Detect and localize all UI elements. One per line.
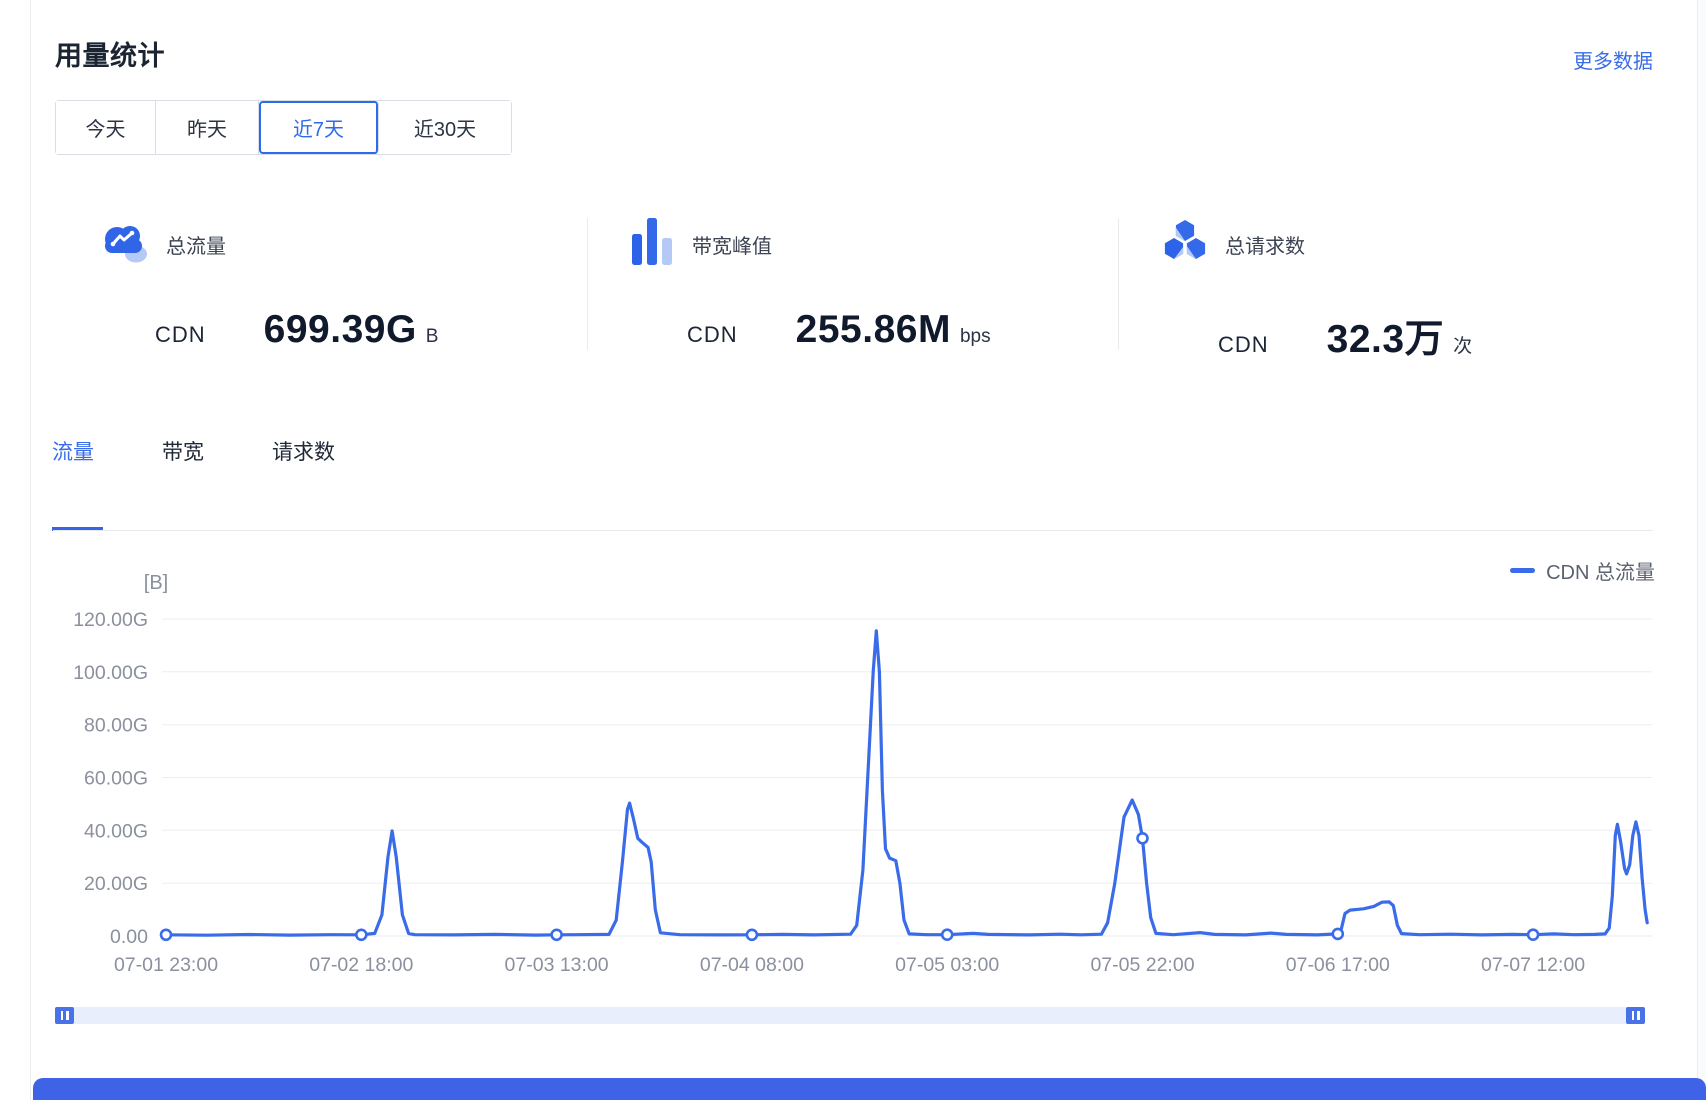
svg-text:60.00G: 60.00G (84, 768, 148, 790)
range-tab-yesterday[interactable]: 昨天 (156, 101, 259, 154)
svg-text:07-06 17:00: 07-06 17:00 (1286, 954, 1390, 976)
page-title: 用量统计 (55, 34, 165, 73)
range-tab-today[interactable]: 今天 (56, 101, 156, 154)
range-handle-left[interactable] (55, 1007, 74, 1024)
chart-range-scrollbar[interactable] (55, 1007, 1645, 1024)
x-axis-labels: 07-01 23:00 07-02 18:00 07-03 13:00 07-04 0… (114, 954, 1585, 976)
data-point-marker (942, 930, 952, 940)
svg-text:07-05 22:00: 07-05 22:00 (1090, 954, 1194, 976)
stat-value: 699.39G (264, 308, 417, 352)
svg-text:120.00G: 120.00G (73, 609, 148, 631)
svg-text:20.00G: 20.00G (84, 873, 148, 895)
traffic-line-chart: 0.00 20.00G 40.00G 60.00G 80.00G 100.00G 120.0… (0, 540, 1706, 1010)
cloud-traffic-icon (100, 219, 148, 270)
svg-text:07-02 18:00: 07-02 18:00 (309, 954, 413, 976)
range-tab-last-30-days[interactable]: 近30天 (379, 101, 511, 154)
chart-metric-tabs: 流量 带宽 请求数 (52, 436, 335, 466)
stat-label: 带宽峰值 (692, 230, 772, 259)
data-point-marker (1333, 929, 1343, 939)
svg-text:0.00: 0.00 (110, 926, 148, 948)
stat-product: CDN (1218, 332, 1269, 358)
data-point-marker (552, 930, 562, 940)
stat-card-total-requests: 总请求数 CDN 32.3万 次 (1118, 190, 1650, 360)
stat-label: 总请求数 (1225, 230, 1305, 259)
tab-traffic[interactable]: 流量 (52, 436, 94, 466)
date-range-tabs: 今天 昨天 近7天 近30天 (55, 100, 512, 155)
data-point-marker (161, 930, 171, 940)
stat-card-peak-bandwidth: 带宽峰值 CDN 255.86M bps (587, 190, 1118, 360)
traffic-line (162, 631, 1647, 935)
data-point-marker (1138, 833, 1148, 843)
svg-text:07-04 08:00: 07-04 08:00 (700, 954, 804, 976)
stat-label: 总流量 (166, 230, 226, 259)
svg-text:07-05 03:00: 07-05 03:00 (895, 954, 999, 976)
stat-value: 255.86M (796, 308, 951, 352)
more-data-link[interactable]: 更多数据 (1573, 45, 1653, 74)
data-point-marker (747, 930, 757, 940)
stat-value: 32.3万 (1327, 308, 1444, 364)
stat-unit: bps (960, 326, 991, 348)
range-handle-right[interactable] (1626, 1007, 1645, 1024)
bar-chart-icon (632, 218, 674, 270)
range-tab-last-7-days[interactable]: 近7天 (259, 101, 379, 154)
y-axis-labels: 0.00 20.00G 40.00G 60.00G 80.00G 100.00G 120.0… (73, 609, 148, 948)
stat-product: CDN (687, 322, 738, 348)
bottom-panel-edge (33, 1078, 1706, 1100)
svg-text:40.00G: 40.00G (84, 820, 148, 842)
stat-card-total-traffic: 总流量 CDN 699.39G B (55, 190, 587, 360)
y-axis-unit-label: [B] (144, 572, 168, 594)
svg-text:100.00G: 100.00G (73, 662, 148, 684)
tab-bandwidth[interactable]: 带宽 (162, 436, 204, 466)
tabs-divider-line (53, 530, 1653, 531)
svg-text:07-03 13:00: 07-03 13:00 (505, 954, 609, 976)
stat-unit: B (426, 326, 439, 348)
data-point-marker (1528, 930, 1538, 940)
data-point-markers (161, 833, 1538, 940)
svg-text:07-01 23:00: 07-01 23:00 (114, 954, 218, 976)
data-point-marker (356, 930, 366, 940)
tab-requests[interactable]: 请求数 (272, 436, 335, 466)
svg-text:07-07 12:00: 07-07 12:00 (1481, 954, 1585, 976)
usage-statistics-panel: 用量统计 更多数据 今天 昨天 近7天 近30天 (0, 0, 1706, 1100)
svg-text:80.00G: 80.00G (84, 715, 148, 737)
hexagon-cluster-icon (1163, 219, 1207, 270)
stat-product: CDN (155, 322, 206, 348)
stat-cards: 总流量 CDN 699.39G B 带宽峰值 (55, 190, 1650, 360)
stat-unit: 次 (1453, 331, 1472, 358)
